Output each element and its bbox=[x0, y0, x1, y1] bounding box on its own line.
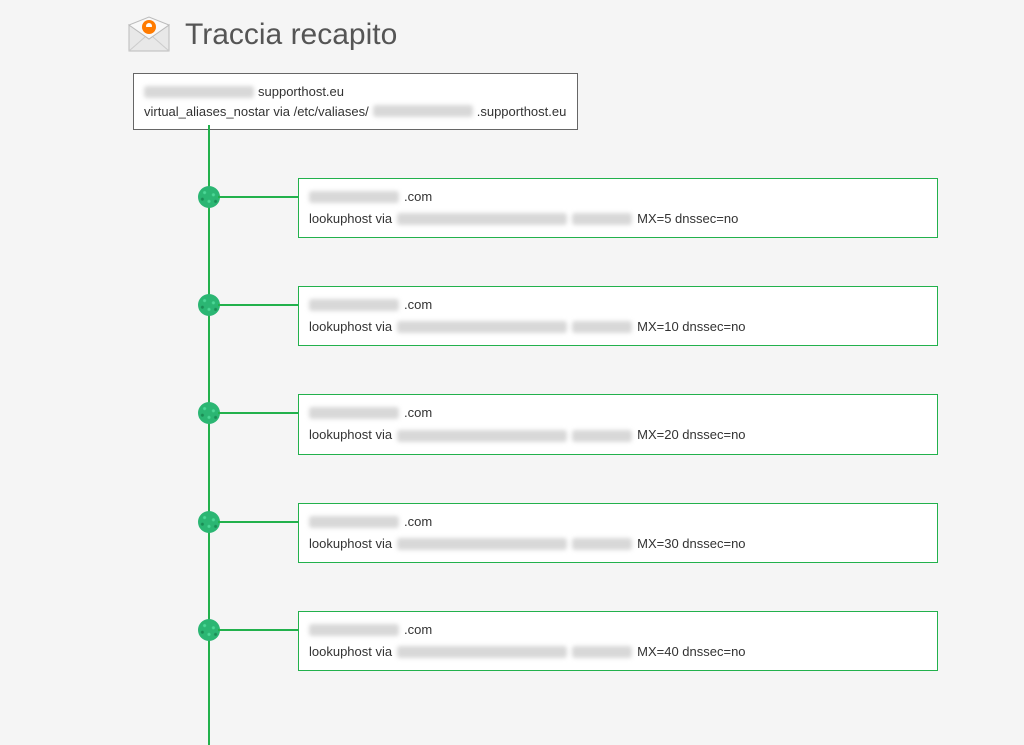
trace-hop: .com lookuphost via MX=20 dnssec=no bbox=[133, 394, 1024, 454]
redacted-hop-address bbox=[309, 299, 399, 311]
hop-node-icon bbox=[198, 402, 220, 424]
trace-hop: .com lookuphost via MX=30 dnssec=no bbox=[133, 503, 1024, 563]
redacted-hop-host bbox=[397, 538, 567, 550]
hop-node-icon bbox=[198, 619, 220, 641]
hop-mx-info: MX=5 dnssec=no bbox=[637, 208, 738, 230]
hop-details-box: .com lookuphost via MX=30 dnssec=no bbox=[298, 503, 938, 563]
redacted-hop-ip bbox=[572, 646, 632, 658]
redacted-hop-address bbox=[309, 407, 399, 419]
hop-details-box: .com lookuphost via MX=20 dnssec=no bbox=[298, 394, 938, 454]
hop-connector-line bbox=[218, 304, 298, 306]
trace-root-box: supporthost.eu virtual_aliases_nostar vi… bbox=[133, 73, 578, 130]
page-header: Traccia recapito bbox=[125, 15, 1024, 55]
hop-details-box: .com lookuphost via MX=5 dnssec=no bbox=[298, 178, 938, 238]
hop-node-icon bbox=[198, 186, 220, 208]
root-address-suffix: supporthost.eu bbox=[258, 82, 344, 102]
hop-lookup-prefix: lookuphost via bbox=[309, 424, 392, 446]
hop-mx-info: MX=20 dnssec=no bbox=[637, 424, 745, 446]
mail-trace-icon bbox=[125, 15, 173, 55]
hop-lookup-prefix: lookuphost via bbox=[309, 208, 392, 230]
redacted-hop-address bbox=[309, 624, 399, 636]
root-resolution-prefix: virtual_aliases_nostar via /etc/valiases… bbox=[144, 102, 369, 122]
hop-mx-info: MX=40 dnssec=no bbox=[637, 641, 745, 663]
redacted-hop-ip bbox=[572, 321, 632, 333]
hop-mx-info: MX=10 dnssec=no bbox=[637, 316, 745, 338]
redacted-hop-ip bbox=[572, 538, 632, 550]
hop-address-suffix: .com bbox=[404, 294, 432, 316]
redacted-address bbox=[144, 86, 254, 98]
redacted-path bbox=[373, 105, 473, 117]
redacted-hop-host bbox=[397, 213, 567, 225]
page-title: Traccia recapito bbox=[185, 18, 397, 52]
redacted-hop-host bbox=[397, 430, 567, 442]
redacted-hop-host bbox=[397, 646, 567, 658]
redacted-hop-host bbox=[397, 321, 567, 333]
redacted-hop-address bbox=[309, 516, 399, 528]
hop-lookup-prefix: lookuphost via bbox=[309, 641, 392, 663]
hop-address-suffix: .com bbox=[404, 186, 432, 208]
redacted-hop-ip bbox=[572, 213, 632, 225]
hop-connector-line bbox=[218, 412, 298, 414]
hop-mx-info: MX=30 dnssec=no bbox=[637, 533, 745, 555]
hop-node-icon bbox=[198, 511, 220, 533]
hop-connector-line bbox=[218, 196, 298, 198]
redacted-hop-ip bbox=[572, 430, 632, 442]
hop-details-box: .com lookuphost via MX=40 dnssec=no bbox=[298, 611, 938, 671]
hop-connector-line bbox=[218, 629, 298, 631]
redacted-hop-address bbox=[309, 191, 399, 203]
trace-hop: .com lookuphost via MX=10 dnssec=no bbox=[133, 286, 1024, 346]
hop-address-suffix: .com bbox=[404, 619, 432, 641]
trace-diagram: supporthost.eu virtual_aliases_nostar vi… bbox=[133, 73, 1024, 671]
hop-details-box: .com lookuphost via MX=10 dnssec=no bbox=[298, 286, 938, 346]
hop-connector-line bbox=[218, 521, 298, 523]
hop-node-icon bbox=[198, 294, 220, 316]
trace-hop: .com lookuphost via MX=40 dnssec=no bbox=[133, 611, 1024, 671]
hop-lookup-prefix: lookuphost via bbox=[309, 316, 392, 338]
hop-lookup-prefix: lookuphost via bbox=[309, 533, 392, 555]
hop-address-suffix: .com bbox=[404, 511, 432, 533]
root-resolution-suffix: .supporthost.eu bbox=[477, 102, 567, 122]
hop-address-suffix: .com bbox=[404, 402, 432, 424]
trace-hop: .com lookuphost via MX=5 dnssec=no bbox=[133, 178, 1024, 238]
